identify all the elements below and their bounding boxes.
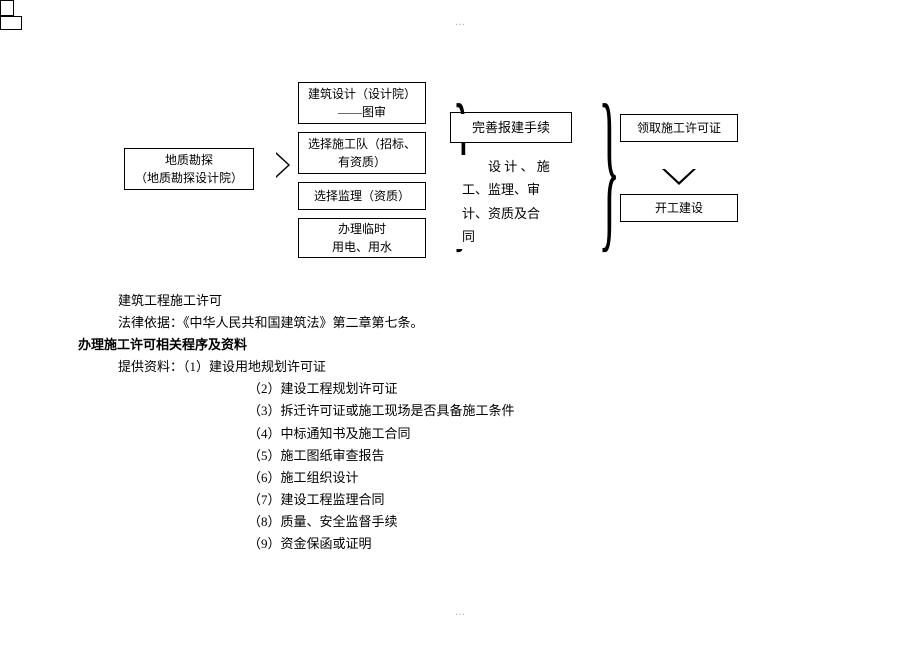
box-arch-design: 建筑设计（设计院） ——图审 (298, 82, 426, 124)
box-select-supervisor: 选择监理（资质） (298, 182, 426, 210)
box-complete-procedures: 完善报建手续 (452, 114, 570, 142)
box-text: 选择监理（资质） (314, 187, 410, 205)
box-complete-sub: 设 计 、 施 工、监理、审 计、资质及合 同 (452, 155, 570, 249)
box-text: 用电、用水 (332, 238, 392, 256)
box-text: （地质勘探设计院） (135, 169, 243, 187)
box-text: ——图审 (338, 103, 386, 121)
materials-item-9: （9）资金保函或证明 (118, 533, 818, 555)
line-permit-title: 建筑工程施工许可 (118, 290, 818, 312)
box-text: 开工建设 (655, 199, 703, 217)
box-text: 建筑设计（设计院） (308, 85, 416, 103)
box-text: 设 计 、 施 (462, 155, 550, 178)
line-legal-basis: 法律依据：《中华人民共和国建筑法》第二章第七条。 (118, 312, 818, 334)
materials-item-2: （2）建设工程规划许可证 (118, 378, 818, 400)
arrow-right-head (276, 152, 290, 178)
box-obtain-permit: 领取施工许可证 (620, 114, 738, 142)
box-text: 领取施工许可证 (637, 119, 721, 137)
materials-item-7: （7）建设工程监理合同 (118, 489, 818, 511)
flow-diagram: 地质勘探 （地质勘探设计院） 建筑设计（设计院） ——图审 选择施工队（招标、 … (0, 0, 920, 270)
materials-item-4: （4）中标通知书及施工合同 (118, 423, 818, 445)
box-text: 同 (462, 225, 475, 248)
materials-item-3: （3）拆迁许可证或施工现场是否具备施工条件 (118, 400, 818, 422)
materials-line-1: 提供资料：（1）建设用地规划许可证 (118, 356, 818, 378)
section-heading: 办理施工许可相关程序及资料 (78, 334, 818, 356)
box-text: 选择施工队（招标、 (308, 135, 416, 153)
box-text: 有资质） (338, 153, 386, 171)
arrow-down-head (662, 169, 696, 185)
footer-decoration: ··· (455, 610, 465, 621)
materials-item-8: （8）质量、安全监督手续 (118, 511, 818, 533)
arrow-right-shaft (0, 0, 14, 16)
box-text: 地质勘探 (165, 151, 213, 169)
box-text: 完善报建手续 (472, 118, 550, 138)
materials-item-6: （6）施工组织设计 (118, 467, 818, 489)
box-select-team: 选择施工队（招标、 有资质） (298, 132, 426, 174)
box-text: 计、资质及合 (462, 202, 540, 225)
box-text: 工、监理、审 (462, 178, 540, 201)
box-geology-survey: 地质勘探 （地质勘探设计院） (124, 148, 254, 190)
box-temp-utilities: 办理临时 用电、用水 (298, 218, 426, 258)
arrow-down-shaft (0, 16, 22, 30)
materials-item-5: （5）施工图纸审查报告 (118, 445, 818, 467)
box-start-construction: 开工建设 (620, 194, 738, 222)
text-body: 建筑工程施工许可 法律依据：《中华人民共和国建筑法》第二章第七条。 办理施工许可… (118, 290, 818, 555)
box-text: 办理临时 (338, 220, 386, 238)
